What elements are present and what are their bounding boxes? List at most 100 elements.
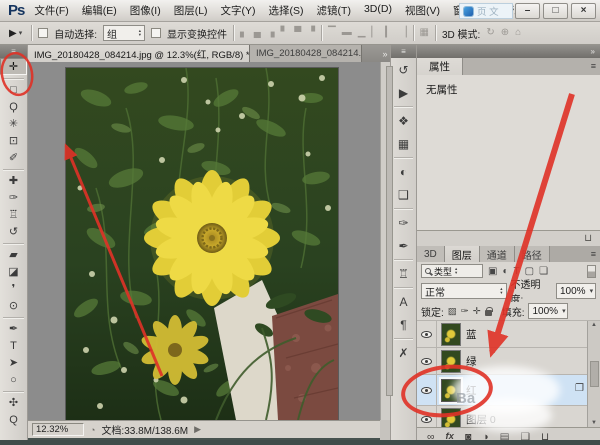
lock-transparency-icon[interactable]: ▨ <box>448 306 457 317</box>
scroll-up-icon[interactable]: ▲ <box>591 322 597 328</box>
history-panel-icon[interactable]: ↺ <box>391 58 416 81</box>
filter-toggle-icon[interactable] <box>587 265 596 278</box>
minimize-button[interactable]: – <box>515 3 540 19</box>
opacity-dropdown[interactable]: 100% ▾ <box>556 283 596 299</box>
auto-select-dropdown[interactable]: 组 ▴▾ <box>103 25 145 41</box>
menu-3d[interactable]: 3D(D) <box>364 3 392 18</box>
tool-dodge[interactable]: ⊙ <box>0 297 27 314</box>
actions-panel-icon[interactable]: ▶ <box>391 81 416 104</box>
visibility-toggle[interactable] <box>417 375 437 405</box>
layer-thumbnail[interactable] <box>441 408 461 428</box>
tool-eraser[interactable]: ▰ <box>0 246 27 263</box>
menu-view[interactable]: 视图(V) <box>405 3 440 18</box>
tool-presets-panel-icon[interactable]: ✗ <box>391 341 416 364</box>
tab-properties[interactable]: 属性 <box>417 58 463 75</box>
menu-file[interactable]: 文件(F) <box>34 3 68 18</box>
tool-spot-healing[interactable]: ✚ <box>0 172 27 189</box>
lock-pixels-icon[interactable]: ✑ <box>461 306 469 317</box>
status-menu-arrow-icon[interactable]: ▶ <box>194 424 201 435</box>
filter-pixel-icon[interactable]: ▣ <box>488 266 497 277</box>
tab-layers[interactable]: 图层 <box>445 246 480 262</box>
canvas-image <box>66 68 338 420</box>
swatches-panel-icon[interactable]: ▦ <box>391 132 416 155</box>
menu-layer[interactable]: 图层(L) <box>174 3 208 18</box>
tool-move[interactable]: ✛ <box>0 58 27 75</box>
tool-rectangular-marquee[interactable]: □ <box>0 81 27 98</box>
tool-zoom[interactable]: Q <box>0 411 27 428</box>
layer-thumbnail[interactable] <box>441 350 461 373</box>
document-tab-active[interactable]: IMG_20180428_084214.jpg @ 12.3%(红, RGB/8… <box>28 45 250 62</box>
brush-panel-icon[interactable]: ✑ <box>391 211 416 234</box>
tab-3d[interactable]: 3D <box>417 246 445 262</box>
menu-filter[interactable]: 滤镜(T) <box>317 3 351 18</box>
paragraph-panel-icon[interactable]: ¶ <box>391 313 416 336</box>
layer-thumbnail[interactable] <box>441 323 461 346</box>
tool-eyedropper[interactable]: ✐ <box>0 149 27 166</box>
zoom-level-field[interactable]: 12.32% <box>32 423 84 436</box>
filter-type-label: 类型 <box>434 265 452 278</box>
lock-position-icon[interactable]: ✛ <box>473 306 481 317</box>
filter-smart-object-icon[interactable]: ❏ <box>539 266 548 277</box>
blend-mode-dropdown[interactable]: 正常 ▴▾ <box>421 283 507 299</box>
strip-collapse-icon[interactable]: ≡ <box>391 45 416 58</box>
tab-channels[interactable]: 通道 <box>480 246 515 262</box>
fill-dropdown[interactable]: 100% ▾ <box>528 303 568 319</box>
tool-pen[interactable]: ✒ <box>0 320 27 337</box>
tab-overflow-icon[interactable]: » <box>380 45 390 62</box>
tool-crop[interactable]: ⊡ <box>0 132 27 149</box>
layer-row-blue[interactable]: 蓝 <box>417 321 600 348</box>
eye-icon <box>421 416 432 423</box>
distribute-vcenter-icon: ▬ <box>342 28 352 38</box>
tool-path-selection[interactable]: ➤ <box>0 354 27 371</box>
styles-panel-icon[interactable]: ❑ <box>391 183 416 206</box>
current-tool-icon[interactable]: ▶ ▾ <box>6 27 25 40</box>
brush-presets-panel-icon[interactable]: ✒ <box>391 234 416 257</box>
scrollbar-thumb[interactable] <box>386 66 393 396</box>
tab-paths[interactable]: 路径 <box>515 246 550 262</box>
tool-brush[interactable]: ✑ <box>0 189 27 206</box>
document-tab-inactive[interactable]: IMG_20180428_084214.j <box>250 45 362 62</box>
properties-panel-body: 无属性 <box>417 75 600 230</box>
character-panel-icon[interactable]: A <box>391 290 416 313</box>
show-transform-checkbox[interactable] <box>151 28 161 38</box>
scrollbar-thumb[interactable] <box>590 361 599 387</box>
layers-scrollbar[interactable]: ▲ ▼ <box>587 321 600 427</box>
tool-type[interactable]: T <box>0 337 27 354</box>
menu-type[interactable]: 文字(Y) <box>221 3 256 18</box>
tool-clone-stamp[interactable]: ♖ <box>0 206 27 223</box>
menu-select[interactable]: 选择(S) <box>269 3 304 18</box>
menu-image[interactable]: 图像(I) <box>130 3 161 18</box>
scrollbar-track[interactable] <box>380 62 390 420</box>
tool-quick-selection[interactable]: ✳ <box>0 115 27 132</box>
canvas-area[interactable] <box>28 62 380 420</box>
visibility-toggle[interactable] <box>417 348 437 374</box>
visibility-toggle[interactable] <box>417 406 437 427</box>
menu-edit[interactable]: 编辑(E) <box>82 3 117 18</box>
delete-icon[interactable]: ⊔ <box>584 233 592 244</box>
clone-source-panel-icon[interactable]: ♖ <box>391 262 416 285</box>
tool-lasso[interactable]: Ϙ <box>0 98 27 115</box>
toolbar-collapse-icon[interactable]: ≡ <box>0 45 27 58</box>
tool-blur[interactable]: ❜ <box>0 280 27 297</box>
scroll-down-icon[interactable]: ▼ <box>591 420 597 426</box>
filter-shape-icon[interactable]: ▢ <box>525 266 534 277</box>
status-bar: 12.32% ◔ 文档:33.8M/138.6M ▶ <box>28 420 380 438</box>
tool-shape[interactable]: ○ <box>0 371 27 388</box>
tool-history-brush[interactable]: ↺ <box>0 223 27 240</box>
color-panel-icon[interactable]: ❖ <box>391 109 416 132</box>
layer-name: 绿 <box>466 354 477 369</box>
tool-gradient[interactable]: ◪ <box>0 263 27 280</box>
dock-collapse-icon[interactable]: » <box>417 45 600 58</box>
adjustments-panel-icon[interactable]: ◐ <box>391 160 416 183</box>
visibility-toggle[interactable] <box>417 321 437 347</box>
maximize-button[interactable]: □ <box>543 3 568 19</box>
filter-type-dropdown[interactable]: 类型 ▴▾ <box>421 264 483 278</box>
panel-menu-icon[interactable]: ≡ <box>591 61 596 71</box>
lock-all-icon[interactable] <box>485 310 492 316</box>
close-button[interactable]: × <box>571 3 596 19</box>
filter-adjustment-icon[interactable]: ◐ <box>502 266 508 277</box>
auto-select-checkbox[interactable] <box>38 28 48 38</box>
filter-type-icon[interactable]: T <box>514 266 520 277</box>
tool-hand[interactable]: ✣ <box>0 394 27 411</box>
panel-menu-icon[interactable]: ≡ <box>591 249 596 259</box>
